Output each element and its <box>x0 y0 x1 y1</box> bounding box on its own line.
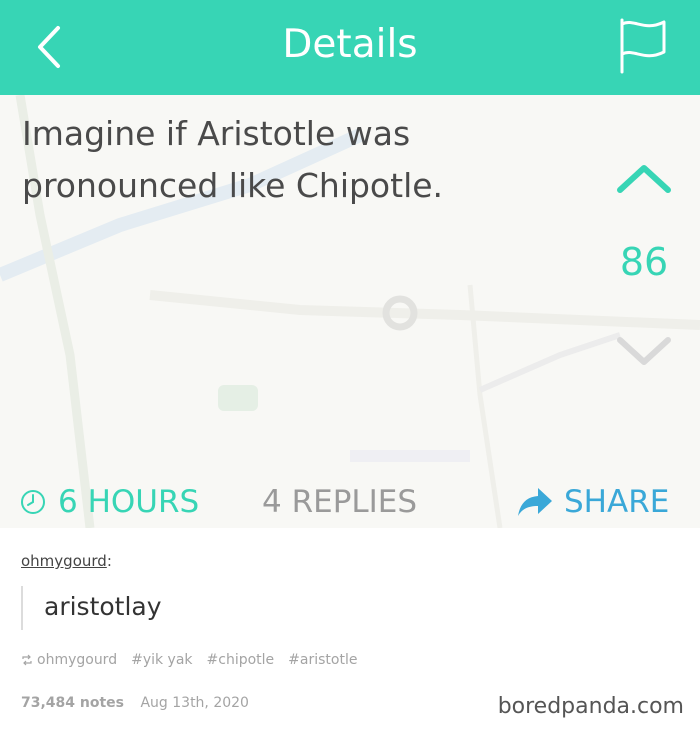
author-link[interactable]: ohmygourd <box>21 552 107 570</box>
yak-message: Imagine if Aristotle was pronounced like… <box>22 108 582 212</box>
quote-bar <box>21 586 23 630</box>
vote-count: 86 <box>619 240 669 284</box>
post-age: 6 HOURS <box>20 480 199 524</box>
downvote-chevron-icon[interactable] <box>612 330 676 370</box>
clock-icon <box>21 490 45 514</box>
notes-count[interactable]: 73,484 notes <box>21 695 124 711</box>
tag-row: ohmygourd #yik yak #chipotle #aristotle <box>21 652 371 668</box>
flag-icon[interactable] <box>612 16 670 76</box>
watermark: boredpanda.com <box>497 694 684 719</box>
reblog-user-link[interactable]: ohmygourd <box>37 652 117 668</box>
details-header: Details <box>0 0 700 95</box>
post-meta: 73,484 notes Aug 13th, 2020 <box>21 695 249 711</box>
share-arrow-icon <box>518 488 552 516</box>
post-author: ohmygourd: <box>21 552 112 570</box>
yak-message-line: pronounced like Chipotle. <box>22 166 444 205</box>
tag-link[interactable]: #aristotle <box>288 652 357 668</box>
author-suffix: : <box>106 552 112 570</box>
post-date: Aug 13th, 2020 <box>140 695 249 711</box>
reply-text: aristotlay <box>44 592 162 621</box>
page-title: Details <box>282 22 418 67</box>
tag-link[interactable]: #yik yak <box>131 652 192 668</box>
yik-yak-screenshot: Details Imagine if Aristotle was pronoun… <box>0 0 700 528</box>
tumblr-post: ohmygourd: aristotlay ohmygourd #yik yak… <box>0 528 700 730</box>
share-button[interactable]: SHARE <box>516 480 669 524</box>
share-label: SHARE <box>564 484 670 520</box>
replies-link[interactable]: 4 REPLIES <box>262 480 417 524</box>
post-age-label: 6 HOURS <box>58 484 200 520</box>
reblog-icon <box>22 654 32 666</box>
tag-link[interactable]: #chipotle <box>207 652 275 668</box>
upvote-chevron-icon[interactable] <box>612 158 676 198</box>
yak-message-line: Imagine if Aristotle was <box>22 114 411 153</box>
